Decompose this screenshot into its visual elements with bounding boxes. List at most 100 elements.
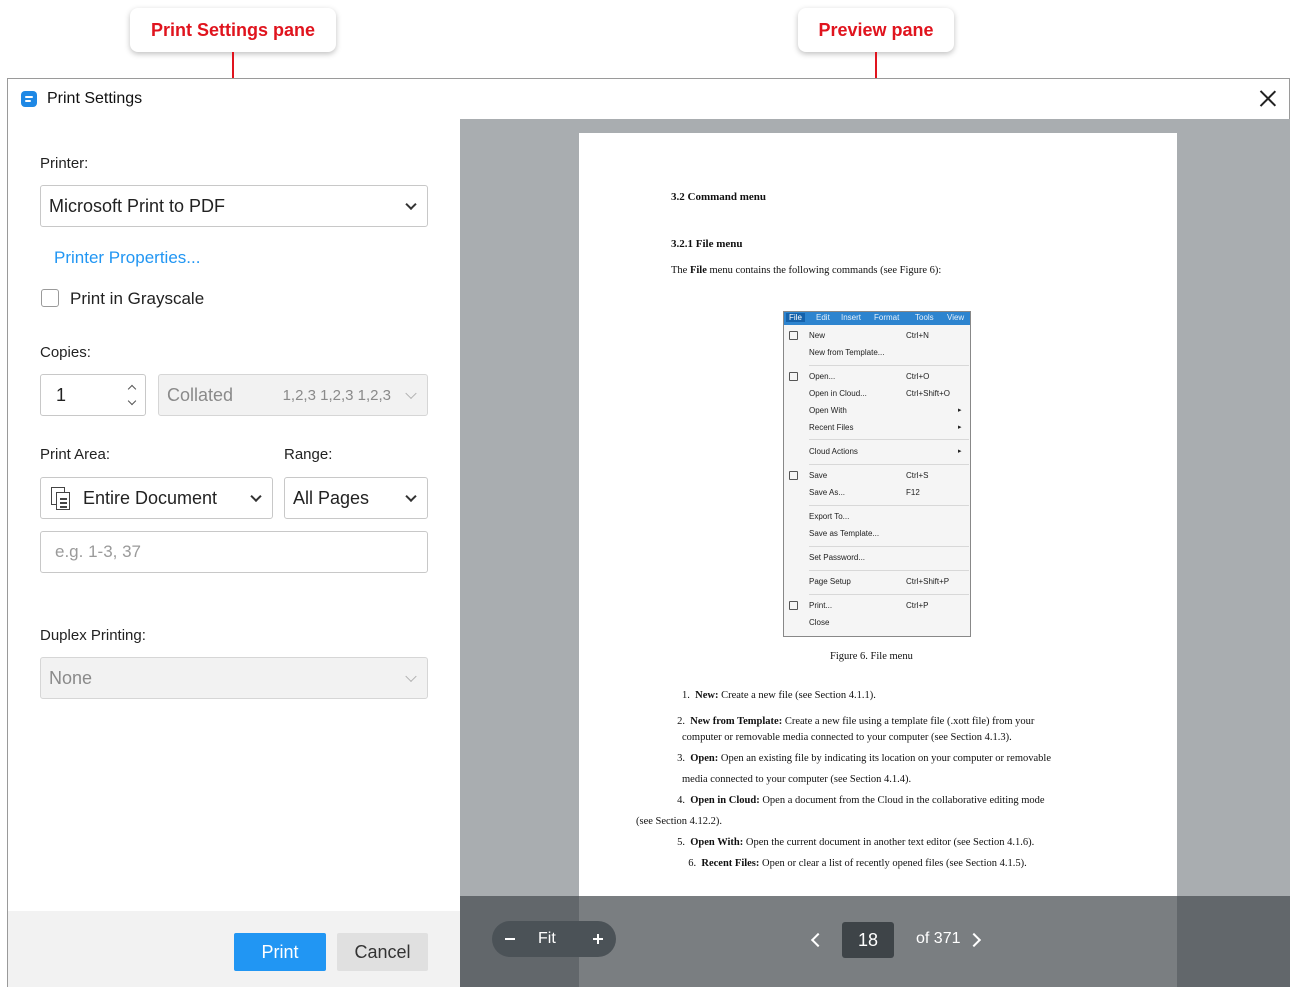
menu-item: Cloud Actions: [809, 447, 858, 456]
menu-item: Page Setup: [809, 577, 851, 586]
menu-item: Print...: [809, 601, 833, 610]
subsection-heading: 3.2.1 File menu: [671, 238, 743, 250]
chevron-down-icon: [405, 198, 417, 211]
zoom-fit-button[interactable]: Fit: [538, 930, 556, 948]
menu-item: Open With: [809, 406, 847, 415]
print-settings-pane: Printer: Microsoft Print to PDF Printer …: [8, 119, 460, 987]
list-item: 6. Recent Files: Open or clear a list of…: [683, 858, 1027, 869]
duplex-label: Duplex Printing:: [40, 627, 146, 644]
close-icon[interactable]: [1257, 88, 1279, 110]
menu-shortcut: Ctrl+P: [906, 601, 929, 610]
print-icon: [789, 601, 798, 610]
dialog-title: Print Settings: [47, 90, 143, 107]
duplex-select[interactable]: None: [40, 657, 428, 699]
intro-bold: File: [689, 265, 707, 276]
menu-view: View: [947, 313, 965, 322]
submenu-arrow-icon: ▸: [958, 424, 962, 431]
menu-separator: [809, 464, 969, 465]
submenu-arrow-icon: ▸: [958, 407, 962, 414]
print-button[interactable]: Print: [234, 933, 326, 971]
list-term: New:: [695, 690, 719, 701]
collated-select[interactable]: Collated 1,2,3 1,2,3 1,2,3: [158, 374, 428, 416]
menu-item: Save: [809, 471, 828, 480]
range-value: All Pages: [293, 487, 370, 508]
printer-select-value: Microsoft Print to PDF: [49, 195, 226, 216]
menu-separator: [809, 594, 969, 595]
page-range-input[interactable]: e.g. 1-3, 37: [40, 531, 428, 573]
menu-bar: File Edit Insert Format Tools View: [784, 312, 970, 325]
list-text: Open a document from the Cloud in the co…: [759, 795, 1045, 806]
grayscale-checkbox[interactable]: [41, 289, 59, 307]
app-icon: [21, 91, 37, 107]
page-range-placeholder: e.g. 1-3, 37: [55, 542, 142, 561]
dialog-footer: Print Cancel: [8, 911, 460, 987]
section-heading: 3.2 Command menu: [671, 191, 767, 203]
list-number: 6.: [688, 858, 697, 869]
list-term: Open in Cloud:: [690, 795, 760, 806]
menu-item: Save As...: [809, 488, 846, 497]
range-label: Range:: [284, 446, 333, 463]
folder-icon: [789, 372, 798, 381]
menu-shortcut: F12: [906, 488, 920, 497]
menu-shortcut: Ctrl+N: [906, 331, 929, 340]
printer-label: Printer:: [40, 155, 89, 172]
preview-page: 3.2 Command menu 3.2.1 File menu The Fil…: [579, 133, 1177, 987]
zoom-control: Fit: [492, 921, 616, 957]
menu-shortcut: Ctrl+O: [906, 372, 930, 381]
menu-item: Export To...: [809, 512, 850, 521]
chevron-down-icon: [250, 490, 262, 503]
list-item-continuation: media connected to your computer (see Se…: [682, 774, 912, 785]
printer-select[interactable]: Microsoft Print to PDF: [40, 185, 428, 227]
collated-hint: 1,2,3 1,2,3 1,2,3: [282, 386, 391, 404]
list-term: New from Template:: [690, 716, 783, 727]
zoom-in-icon[interactable]: [592, 931, 604, 947]
collated-value: Collated: [167, 384, 234, 405]
menu-format: Format: [874, 313, 900, 322]
list-item-continuation: computer or removable media connected to…: [682, 732, 1012, 743]
menu-tools: Tools: [915, 313, 934, 322]
menu-shortcut: Ctrl+Shift+O: [906, 389, 951, 398]
menu-shortcut: Ctrl+S: [906, 471, 929, 480]
preview-pane: 3.2 Command menu 3.2.1 File menu The Fil…: [460, 119, 1290, 987]
document-icon: [51, 487, 73, 511]
menu-item: New: [809, 331, 826, 340]
menu-item: Recent Files: [809, 423, 854, 432]
menu-separator: [809, 546, 969, 547]
menu-separator: [809, 439, 969, 440]
printer-properties-link[interactable]: Printer Properties...: [54, 248, 200, 268]
callout-print-settings-pane: Print Settings pane: [130, 8, 336, 52]
page-number-input[interactable]: 18: [842, 922, 894, 958]
menu-item: Set Password...: [809, 553, 866, 562]
title-bar: Print Settings: [8, 79, 1289, 119]
menu-item: New from Template...: [809, 348, 885, 357]
list-item: 2. New from Template: Create a new file …: [664, 711, 1120, 732]
list-term: Open With:: [690, 837, 744, 848]
menu-item: Save as Template...: [809, 529, 880, 538]
menu-separator: [809, 570, 969, 571]
list-term: Open:: [690, 753, 719, 764]
list-number: 1.: [682, 690, 690, 701]
list-text: Open or clear a list of recently opened …: [759, 858, 1027, 869]
copies-label: Copies:: [40, 344, 91, 361]
file-menu-figure: File Edit Insert Format Tools View New C…: [783, 311, 971, 637]
list-item: 4. Open in Cloud: Open a document from t…: [664, 795, 1045, 806]
cancel-button[interactable]: Cancel: [337, 933, 428, 971]
zoom-out-icon[interactable]: [504, 931, 516, 947]
list-number: 4.: [677, 795, 685, 806]
chevron-down-icon: [405, 387, 417, 400]
range-select[interactable]: All Pages: [284, 477, 428, 519]
list-item: 3. Open: Open an existing file by indica…: [664, 753, 1051, 764]
chevron-down-icon[interactable]: [127, 396, 137, 406]
menu-item: Open in Cloud...: [809, 389, 867, 398]
print-settings-dialog: Print Settings Printer: Microsoft Print …: [7, 78, 1290, 987]
copies-stepper[interactable]: 1: [40, 374, 146, 416]
print-area-select[interactable]: Entire Document: [40, 477, 273, 519]
intro-text-rest: menu contains the following commands (se…: [706, 265, 942, 276]
list-item: 1. New: Create a new file (see Section 4…: [682, 690, 876, 701]
chevron-up-icon[interactable]: [127, 384, 137, 394]
menu-edit: Edit: [816, 313, 830, 322]
list-term: Recent Files:: [701, 858, 760, 869]
chevron-down-icon: [405, 670, 417, 683]
callout-preview-pane: Preview pane: [798, 8, 954, 52]
list-text: Create a new file using a template file …: [782, 716, 1035, 727]
